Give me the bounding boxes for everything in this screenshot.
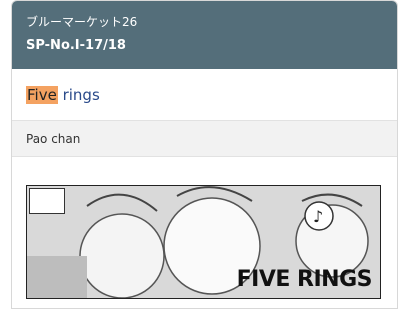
svg-text:♪: ♪ <box>313 207 323 226</box>
cover-image[interactable]: ♪ FIVE RINGS <box>26 185 381 299</box>
cover-logo-text: FIVE RINGS <box>236 267 373 292</box>
title-row: Five rings <box>12 69 397 121</box>
search-highlight: Five <box>26 85 58 104</box>
work-title-link[interactable]: Five rings <box>26 85 100 104</box>
event-name: ブルーマーケット26 <box>26 15 138 29</box>
work-title-rest: rings <box>57 85 100 104</box>
circle-code: SP-No.I-17/18 <box>26 38 126 53</box>
circle-card: ブルーマーケット26 SP-No.I-17/18 Five rings Pao … <box>11 0 398 309</box>
cover-wrapper: ♪ FIVE RINGS <box>12 157 397 299</box>
author-name: Pao chan <box>26 131 81 146</box>
author-row: Pao chan <box>12 121 397 157</box>
cover-corner-box <box>29 188 65 214</box>
card-header: ブルーマーケット26 SP-No.I-17/18 <box>12 1 397 69</box>
